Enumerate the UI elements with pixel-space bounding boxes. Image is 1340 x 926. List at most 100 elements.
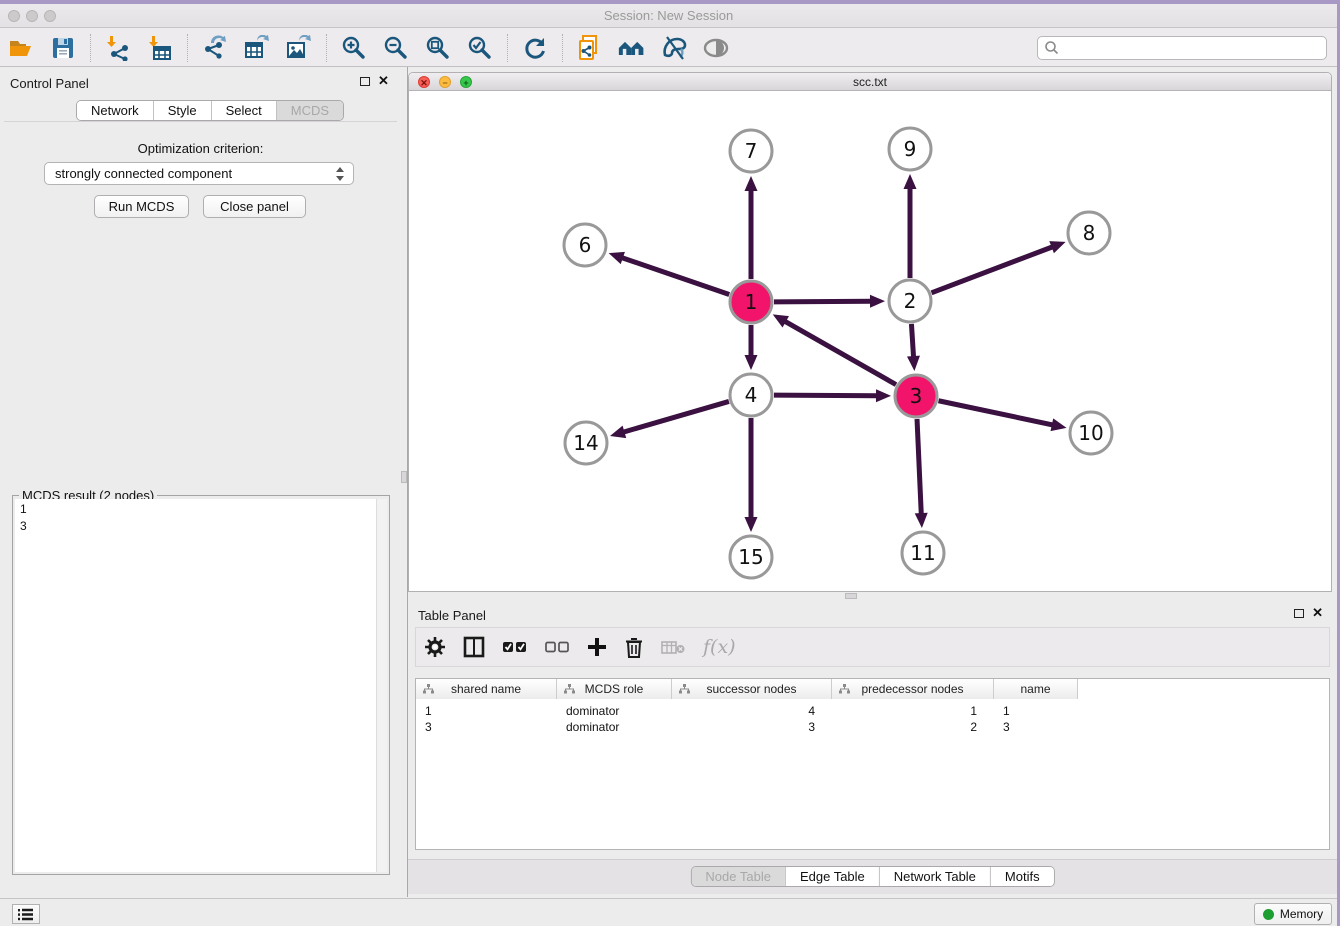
optimization-value: strongly connected component	[55, 166, 232, 181]
cell-successor-nodes[interactable]: 4	[672, 703, 832, 719]
edge-arrowhead	[1049, 241, 1065, 253]
column-header-MCDS-role[interactable]: MCDS role	[557, 679, 672, 699]
tab-edge-table[interactable]: Edge Table	[785, 867, 879, 886]
edge-arrowhead	[870, 295, 885, 308]
edge-1-2[interactable]	[774, 301, 872, 302]
cell-name[interactable]: 1	[994, 703, 1078, 719]
apply-layout-icon[interactable]	[521, 34, 549, 62]
float-panel-icon[interactable]	[1294, 609, 1304, 618]
network-window-titlebar[interactable]: ✕ − + scc.txt	[409, 73, 1331, 91]
zoom-in-icon[interactable]	[340, 34, 368, 62]
divider-grip[interactable]	[401, 471, 407, 483]
node-table[interactable]: shared nameMCDS rolesuccessor nodesprede…	[415, 678, 1330, 850]
column-header-predecessor-nodes[interactable]: predecessor nodes	[832, 679, 994, 699]
close-panel-icon[interactable]: ✕	[378, 76, 389, 86]
column-header-shared-name[interactable]: shared name	[416, 679, 557, 699]
edge-2-8[interactable]	[932, 246, 1054, 292]
unselect-all-columns-icon[interactable]	[545, 635, 569, 659]
zoom-selected-icon[interactable]	[466, 34, 494, 62]
zoom-fit-icon[interactable]	[424, 34, 452, 62]
cell-predecessor-nodes[interactable]: 1	[832, 703, 994, 719]
horizontal-split-divider[interactable]	[408, 592, 1337, 599]
tab-motifs[interactable]: Motifs	[990, 867, 1054, 886]
export-table-icon[interactable]	[243, 34, 271, 62]
edge-3-1[interactable]	[784, 321, 896, 385]
table-tabs-strip: Node TableEdge TableNetwork TableMotifs	[408, 859, 1337, 894]
tab-network[interactable]: Network	[77, 101, 153, 120]
visual-style-icon[interactable]	[660, 34, 688, 62]
edge-arrowhead	[609, 252, 625, 264]
edge-3-10[interactable]	[939, 401, 1054, 425]
show-columns-icon[interactable]	[463, 635, 485, 659]
optimization-label: Optimization criterion:	[0, 141, 401, 156]
save-session-icon[interactable]	[49, 34, 77, 62]
memory-label: Memory	[1280, 907, 1323, 921]
table-panel: Table Panel ✕	[408, 599, 1337, 897]
titlebar: Session: New Session	[0, 4, 1337, 28]
create-column-icon[interactable]	[587, 635, 607, 659]
node-label-4: 4	[745, 383, 758, 407]
run-mcds-button[interactable]: Run MCDS	[94, 195, 189, 218]
settings-icon[interactable]	[425, 635, 445, 659]
tab-style[interactable]: Style	[153, 101, 211, 120]
edge-3-11[interactable]	[917, 419, 921, 515]
cell-successor-nodes[interactable]: 3	[672, 719, 832, 735]
float-panel-icon[interactable]	[360, 77, 370, 86]
network-window-title: scc.txt	[409, 75, 1331, 89]
close-panel-icon[interactable]: ✕	[1312, 608, 1323, 618]
edge-4-14[interactable]	[622, 401, 728, 432]
first-neighbors-icon[interactable]	[618, 34, 646, 62]
toolbar-separator	[562, 34, 563, 62]
panel-split-divider[interactable]	[401, 67, 408, 897]
column-header-name[interactable]: name	[994, 679, 1078, 699]
select-all-columns-icon[interactable]	[503, 635, 527, 659]
edge-2-3[interactable]	[911, 324, 913, 358]
tab-mcds[interactable]: MCDS	[276, 101, 343, 120]
cell-MCDS-role[interactable]: dominator	[557, 703, 672, 719]
node-label-9: 9	[904, 137, 917, 161]
optimization-select[interactable]: strongly connected component	[44, 162, 354, 185]
open-session-icon[interactable]	[7, 34, 35, 62]
delete-column-icon[interactable]	[625, 635, 643, 659]
node-label-7: 7	[745, 139, 758, 163]
status-menu-button[interactable]	[12, 904, 40, 924]
table-row[interactable]: 1dominator411	[416, 703, 1078, 719]
mcds-result-scrollbar[interactable]	[376, 499, 387, 872]
edge-1-6[interactable]	[621, 257, 729, 294]
tab-node-table[interactable]: Node Table	[691, 867, 785, 886]
search-icon	[1043, 39, 1061, 57]
export-network-icon[interactable]	[201, 34, 229, 62]
cell-MCDS-role[interactable]: dominator	[557, 719, 672, 735]
import-table-icon[interactable]	[146, 34, 174, 62]
node-label-6: 6	[579, 233, 592, 257]
node-label-1: 1	[745, 290, 758, 314]
close-panel-button[interactable]: Close panel	[203, 195, 306, 218]
table-toolbar: f(x)	[415, 627, 1330, 667]
edge-arrowhead	[1051, 418, 1067, 431]
network-graph-canvas[interactable]: 7968124314101511	[409, 91, 1331, 591]
import-network-icon[interactable]	[104, 34, 132, 62]
node-label-10: 10	[1078, 421, 1103, 445]
duplicate-network-icon[interactable]	[576, 34, 604, 62]
cell-predecessor-nodes[interactable]: 2	[832, 719, 994, 735]
mcds-result-text[interactable]: 1 3	[15, 499, 387, 872]
tab-network-table[interactable]: Network Table	[879, 867, 990, 886]
search-input[interactable]	[1061, 38, 1326, 58]
eye-icon[interactable]	[702, 34, 730, 62]
table-row[interactable]: 3dominator323	[416, 719, 1078, 735]
zoom-out-icon[interactable]	[382, 34, 410, 62]
cell-shared-name[interactable]: 3	[416, 719, 557, 735]
function-builder-icon: f(x)	[703, 635, 736, 659]
memory-button[interactable]: Memory	[1254, 903, 1332, 925]
column-header-successor-nodes[interactable]: successor nodes	[672, 679, 832, 699]
node-label-14: 14	[573, 431, 598, 455]
delete-table-icon	[661, 635, 685, 659]
edge-4-3[interactable]	[774, 395, 878, 396]
tab-select[interactable]: Select	[211, 101, 276, 120]
cell-name[interactable]: 3	[994, 719, 1078, 735]
cell-shared-name[interactable]: 1	[416, 703, 557, 719]
edge-arrowhead	[904, 174, 917, 189]
search-box[interactable]	[1037, 36, 1327, 60]
export-image-icon[interactable]	[285, 34, 313, 62]
select-stepper-icon	[334, 166, 346, 182]
